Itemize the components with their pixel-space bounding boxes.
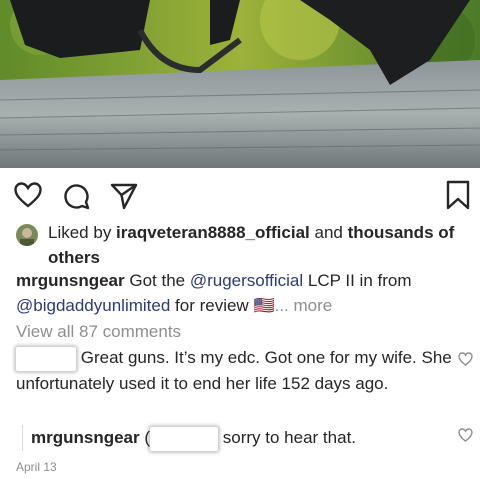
reply-text: sorry to hear that. xyxy=(222,428,357,447)
reply-username[interactable]: mrgunsngear xyxy=(31,428,140,447)
flag-emoji: 🇺🇸 xyxy=(253,296,275,315)
heart-icon[interactable] xyxy=(14,182,42,208)
redacted-mention xyxy=(150,426,219,451)
post-photo-image xyxy=(0,0,480,168)
caption-text: Got the xyxy=(124,271,190,290)
view-all-comments-link[interactable]: View all 87 comments xyxy=(16,322,181,342)
comment-reply: mrgunsngear ( sorry to hear that. xyxy=(22,425,461,451)
caption-mention[interactable]: @rugersofficial xyxy=(190,271,303,290)
avatar-icon[interactable] xyxy=(16,224,38,246)
post-date: April 13 xyxy=(16,460,57,474)
caption-text: for review xyxy=(170,296,254,315)
likes-summary: Liked by iraqveteran8888_official and th… xyxy=(16,220,472,270)
post-caption: mrgunsngear Got the @rugersofficial LCP … xyxy=(16,268,466,318)
caption-more-link[interactable]: ... more xyxy=(275,296,333,315)
post-photo[interactable] xyxy=(0,0,480,168)
caption-username[interactable]: mrgunsngear xyxy=(16,271,125,290)
comment: Great guns. It’s my edc. Got one for my … xyxy=(16,345,456,397)
small-heart-icon[interactable] xyxy=(458,352,473,366)
liked-by-user-link[interactable]: iraqveteran8888_official xyxy=(116,223,310,242)
caption-text: LCP II in from xyxy=(303,271,412,290)
comment-text: Great guns. It’s my edc. Got one for my … xyxy=(16,348,452,393)
comment-icon[interactable] xyxy=(62,182,90,210)
likes-prefix: Liked by xyxy=(48,223,117,242)
bookmark-icon[interactable] xyxy=(446,180,470,210)
small-heart-icon[interactable] xyxy=(458,428,473,442)
action-bar xyxy=(0,168,480,218)
likes-middle: and xyxy=(309,223,348,242)
share-icon[interactable] xyxy=(110,182,138,210)
likes-text: Liked by iraqveteran8888_official and th… xyxy=(48,220,472,270)
redacted-username xyxy=(16,346,76,371)
caption-mention[interactable]: @bigdaddyunlimited xyxy=(16,296,170,315)
